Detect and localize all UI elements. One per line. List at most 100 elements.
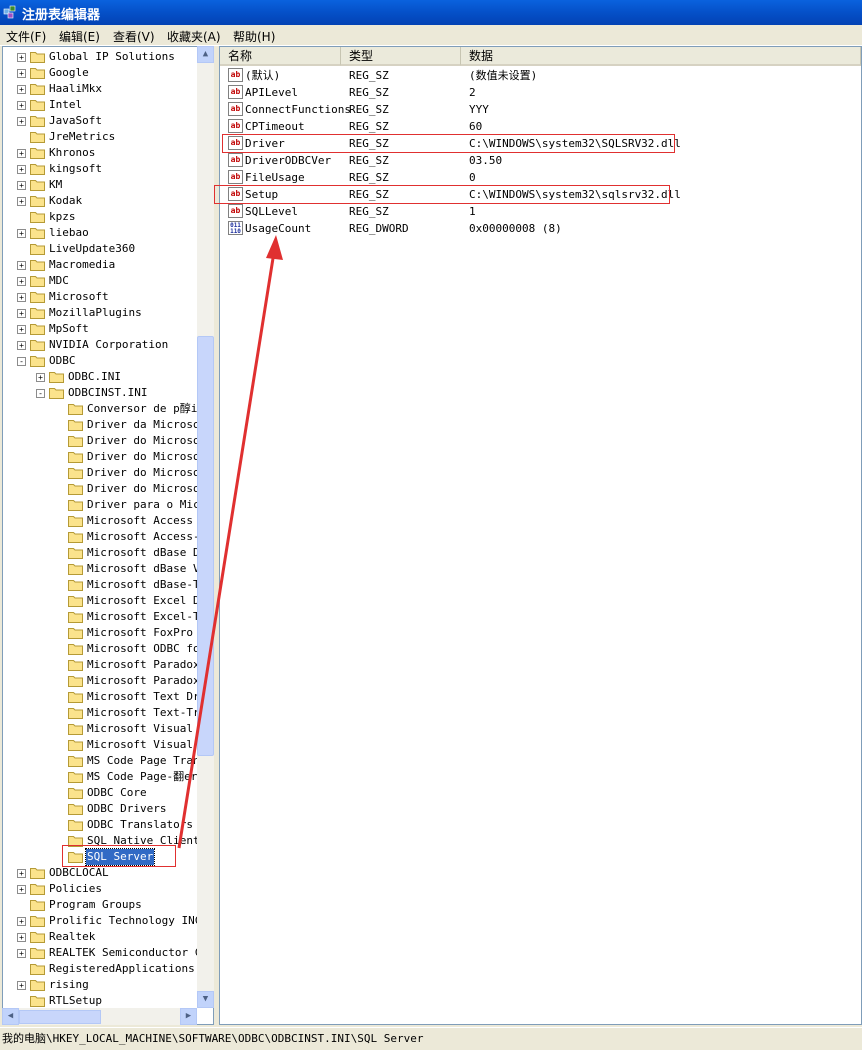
tree-node[interactable]: + ODBC.INI <box>3 369 198 385</box>
key-tree[interactable]: + Global IP Solutions + Google + HaaliMkx + Int… <box>2 46 214 1025</box>
column-header-data[interactable]: 数据 <box>461 47 861 66</box>
tree-node-label[interactable]: Microsoft Text Dri <box>86 689 207 705</box>
tree-node[interactable]: Driver do Microsof <box>3 481 206 497</box>
tree-node-label[interactable]: MS Code Page-翻ers <box>86 769 205 785</box>
tree-node[interactable]: + Kodak <box>3 193 198 209</box>
value-row[interactable]: ab APILevel REG_SZ 2 <box>220 84 860 101</box>
tree-node-label[interactable]: HaaliMkx <box>48 81 103 97</box>
tree-node-label[interactable]: Driver da Microsof <box>86 417 207 433</box>
expand-icon[interactable]: + <box>17 949 26 958</box>
tree-node-label[interactable]: Driver do Microsof <box>86 433 207 449</box>
tree-node[interactable]: + MDC <box>3 273 198 289</box>
tree-node-label[interactable]: liebao <box>48 225 90 241</box>
expand-icon[interactable]: + <box>17 229 26 238</box>
column-header-name[interactable]: 名称 <box>220 47 341 66</box>
expand-icon[interactable]: + <box>17 341 26 350</box>
tree-node-label[interactable]: rising <box>48 977 90 993</box>
tree-node-label[interactable]: Khronos <box>48 145 96 161</box>
tree-node-label[interactable]: Microsoft Paradox <box>86 657 201 673</box>
menu-help[interactable]: 帮助(H) <box>233 28 275 45</box>
tree-node[interactable]: Microsoft Visual F <box>3 737 206 753</box>
expand-icon[interactable]: + <box>17 293 26 302</box>
menu-file[interactable]: 文件(F) <box>6 28 46 45</box>
expand-icon[interactable]: + <box>17 325 26 334</box>
tree-node[interactable]: Driver do Microsof <box>3 433 206 449</box>
tree-node-label[interactable]: MozillaPlugins <box>48 305 143 321</box>
tree-node[interactable]: Microsoft Paradox <box>3 657 201 673</box>
expand-icon[interactable]: + <box>17 917 26 926</box>
tree-node-label[interactable]: Driver para o Micr <box>86 497 207 513</box>
tree-node[interactable]: + KM <box>3 177 198 193</box>
tree-node[interactable]: Conversor de p醇ir <box>3 401 204 417</box>
tree-node[interactable]: Driver para o Micr <box>3 497 206 513</box>
tree-node-label[interactable]: Realtek <box>48 929 96 945</box>
tree-node-label[interactable]: ODBC.INI <box>67 369 122 385</box>
tree-node-label[interactable]: RegisteredApplications <box>48 961 196 977</box>
tree-node[interactable]: + NVIDIA Corporation <box>3 337 198 353</box>
tree-node-label[interactable]: Microsoft <box>48 289 110 305</box>
tree-node[interactable]: Microsoft Access D <box>3 513 206 529</box>
tree-node-label[interactable]: Driver do Microsof <box>86 449 207 465</box>
tree-node-label[interactable]: MDC <box>48 273 70 289</box>
menu-view[interactable]: 查看(V) <box>113 28 155 45</box>
tree-node[interactable]: Microsoft Text-Tre <box>3 705 206 721</box>
tree-node-label[interactable]: JreMetrics <box>48 129 116 145</box>
tree-node[interactable]: + liebao <box>3 225 198 241</box>
tree-node-label[interactable]: MS Code Page Trans <box>86 753 207 769</box>
expand-icon[interactable]: + <box>36 373 45 382</box>
tree-node-label[interactable]: Microsoft Visual F <box>86 721 207 737</box>
value-row[interactable]: ab ConnectFunctions REG_SZ YYY <box>220 101 860 118</box>
tree-node[interactable]: Microsoft Paradox- <box>3 673 206 689</box>
tree-node-label[interactable]: Global IP Solutions <box>48 49 176 65</box>
expand-icon[interactable]: + <box>17 165 26 174</box>
tree-node-label[interactable]: Kodak <box>48 193 83 209</box>
title-bar[interactable]: 注册表编辑器 <box>0 0 862 25</box>
tree-node-label[interactable]: kingsoft <box>48 161 103 177</box>
value-row[interactable]: ab CPTimeout REG_SZ 60 <box>220 118 860 135</box>
tree-node-label[interactable]: NVIDIA Corporation <box>48 337 169 353</box>
value-row[interactable]: ab DriverODBCVer REG_SZ 03.50 <box>220 152 860 169</box>
tree-node[interactable]: Microsoft Excel Dr <box>3 593 206 609</box>
tree-node[interactable]: + JavaSoft <box>3 113 198 129</box>
tree-node-label[interactable]: Microsoft Excel-Tr <box>86 609 207 625</box>
tree-node[interactable]: Driver da Microsof <box>3 417 206 433</box>
tree-scroll-thumb[interactable] <box>197 336 214 756</box>
tree-node[interactable]: Microsoft dBase Dr <box>3 545 206 561</box>
tree-node[interactable]: - ODBC <box>3 353 198 369</box>
tree-node-label[interactable]: Microsoft Paradox- <box>86 673 207 689</box>
expand-icon[interactable]: + <box>17 277 26 286</box>
tree-node[interactable]: ODBC Drivers <box>3 801 198 817</box>
tree-node[interactable]: Microsoft ODBC for <box>3 641 206 657</box>
expand-icon[interactable]: + <box>17 181 26 190</box>
tree-node-label[interactable]: Program Groups <box>48 897 143 913</box>
expand-icon[interactable]: + <box>17 149 26 158</box>
tree-node-label[interactable]: Microsoft FoxPro V <box>86 625 207 641</box>
tree-node[interactable]: + Microsoft <box>3 289 198 305</box>
expand-icon[interactable]: + <box>17 53 26 62</box>
tree-node[interactable]: + rising <box>3 977 198 993</box>
tree-node[interactable]: Microsoft dBase-Tr <box>3 577 206 593</box>
tree-node-label[interactable]: Microsoft dBase Dr <box>86 545 207 561</box>
expand-icon[interactable]: + <box>17 69 26 78</box>
tree-node[interactable]: Microsoft Text Dri <box>3 689 206 705</box>
tree-node-label[interactable]: JavaSoft <box>48 113 103 129</box>
tree-node-label[interactable]: Conversor de p醇ir <box>86 401 205 417</box>
value-row[interactable]: ab SQLLevel REG_SZ 1 <box>220 203 860 220</box>
tree-node[interactable]: JreMetrics <box>3 129 198 145</box>
tree-node[interactable]: kpzs <box>3 209 198 225</box>
menu-edit[interactable]: 编辑(E) <box>59 28 100 45</box>
tree-node[interactable]: + Prolific Technology INC <box>3 913 201 929</box>
expand-icon[interactable]: + <box>17 101 26 110</box>
tree-node-label[interactable]: Driver do Microsof <box>86 481 207 497</box>
tree-node-label[interactable]: ODBC Core <box>86 785 148 801</box>
tree-node[interactable]: Microsoft Excel-Tr <box>3 609 206 625</box>
tree-node[interactable]: Program Groups <box>3 897 198 913</box>
tree-node[interactable]: MS Code Page Trans <box>3 753 206 769</box>
tree-node[interactable]: + kingsoft <box>3 161 198 177</box>
tree-node[interactable]: + MpSoft <box>3 321 198 337</box>
scroll-down-icon[interactable]: ▼ <box>197 991 214 1008</box>
tree-node[interactable]: RegisteredApplications <box>3 961 198 977</box>
tree-node-label[interactable]: KM <box>48 177 63 193</box>
tree-node[interactable]: + Google <box>3 65 198 81</box>
tree-node[interactable]: + Realtek <box>3 929 198 945</box>
